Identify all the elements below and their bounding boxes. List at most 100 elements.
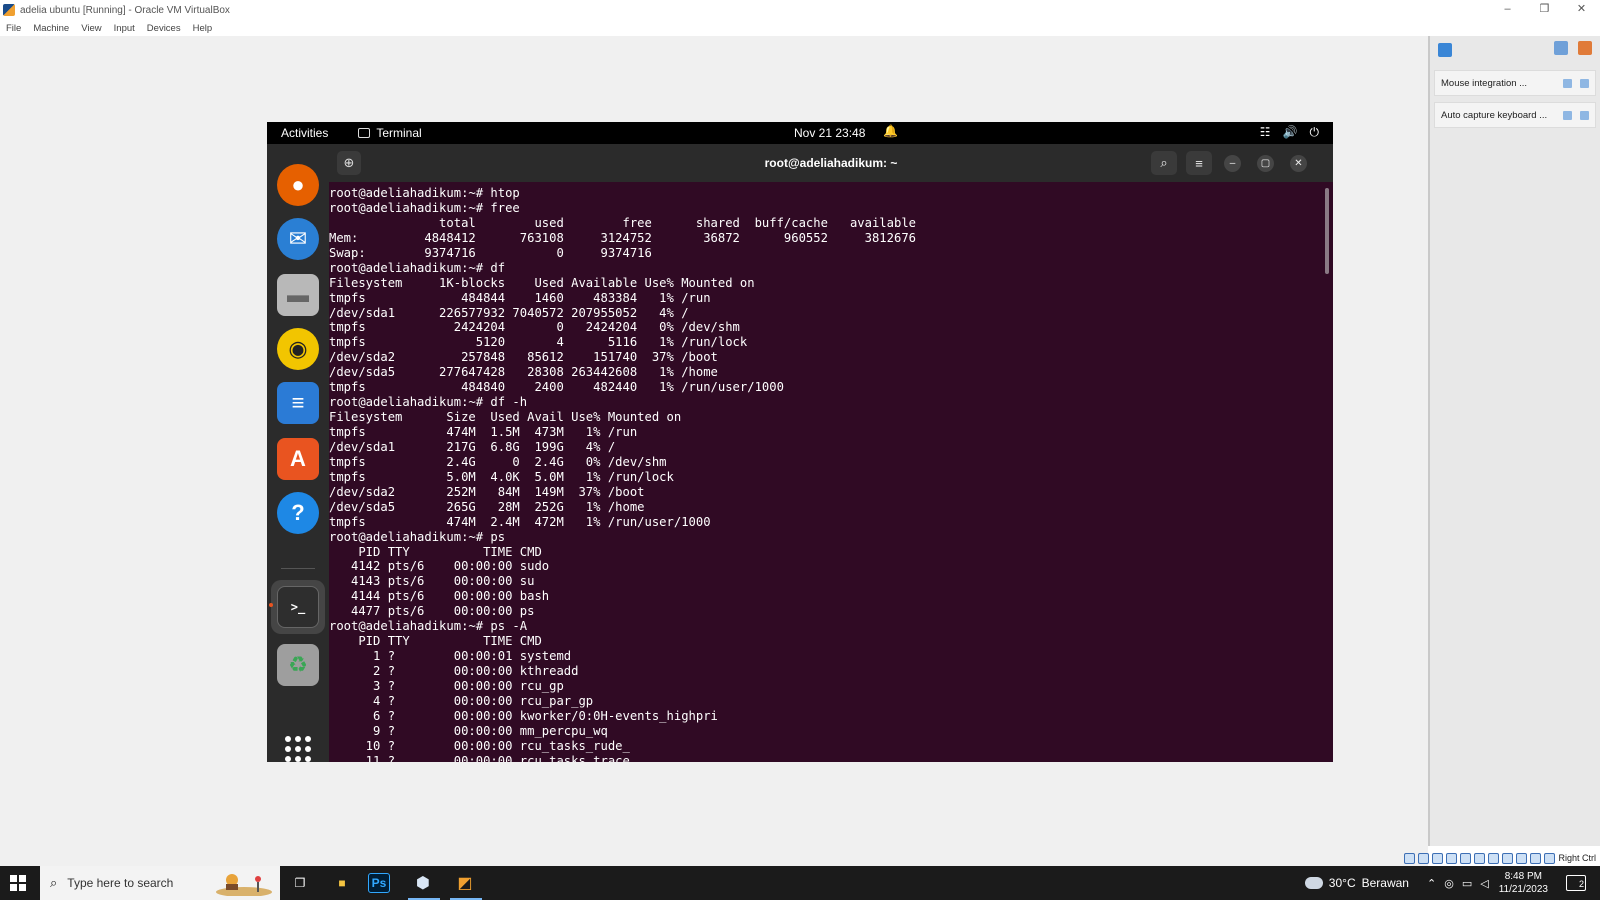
audio-icon[interactable] bbox=[1432, 852, 1444, 864]
task-view-icon[interactable]: ❐ bbox=[285, 870, 315, 896]
terminal-line: 4 ? 00:00:00 rcu_par_gp bbox=[329, 693, 594, 708]
file-explorer-icon[interactable]: ■ bbox=[327, 870, 357, 896]
terminal-line: tmpfs 474M 2.4M 472M 1% /run/user/1000 bbox=[329, 514, 711, 529]
terminal-line: tmpfs 484840 2400 482440 1% /run/user/10… bbox=[329, 380, 784, 395]
start-button[interactable] bbox=[10, 875, 26, 891]
hamburger-menu-button[interactable]: ≡ bbox=[1186, 151, 1212, 175]
thunderbird-icon[interactable]: ✉ bbox=[277, 218, 319, 260]
panel-dock-icon[interactable] bbox=[1553, 40, 1568, 55]
terminal-line: root@adeliahadikum:~# ps bbox=[329, 529, 506, 544]
files-icon[interactable]: ▬ bbox=[277, 274, 319, 316]
terminal-line: PID TTY TIME CMD bbox=[329, 634, 542, 649]
close-button[interactable]: ✕ bbox=[1290, 155, 1307, 172]
taskbar-search[interactable]: ⌕ Type here to search bbox=[40, 866, 280, 900]
shared-folder-icon[interactable] bbox=[1474, 852, 1486, 864]
terminal-line: /dev/sda1 217G 6.8G 199G 4% / bbox=[329, 439, 616, 454]
weather-temp[interactable]: 30°C bbox=[1329, 876, 1356, 890]
terminal-line: root@adeliahadikum:~# df -h bbox=[329, 395, 528, 410]
terminal-line: /dev/sda5 265G 28M 252G 1% /home bbox=[329, 499, 645, 514]
terminal-line: /dev/sda2 257848 85612 151740 37% /boot bbox=[329, 350, 718, 365]
search-highlight-illustration bbox=[216, 874, 272, 896]
keyboard-icon[interactable] bbox=[1544, 852, 1556, 864]
usb-icon[interactable] bbox=[1460, 852, 1472, 864]
notification-close-icon[interactable] bbox=[1580, 110, 1589, 120]
chevron-up-icon[interactable]: ⌃ bbox=[1427, 877, 1436, 890]
terminal-line: tmpfs 484844 1460 483384 1% /run bbox=[329, 290, 711, 305]
menu-machine[interactable]: Machine bbox=[33, 23, 69, 34]
panel-toolbar bbox=[1430, 36, 1600, 64]
notification-info-icon[interactable] bbox=[1563, 110, 1572, 120]
clock[interactable]: Nov 21 23:48 bbox=[794, 126, 865, 140]
terminal-line: Swap: 9374716 0 9374716 bbox=[329, 245, 652, 260]
rhythmbox-icon[interactable]: ◉ bbox=[277, 328, 319, 370]
menu-input[interactable]: Input bbox=[114, 23, 135, 34]
display-icon[interactable] bbox=[1488, 852, 1500, 864]
vbox-titlebar: adelia ubuntu [Running] - Oracle VM Virt… bbox=[0, 0, 1600, 20]
mouse-icon[interactable] bbox=[1530, 852, 1542, 864]
terminal-line: root@adeliahadikum:~# ps -A bbox=[329, 619, 528, 634]
writer-icon[interactable]: ≡ bbox=[277, 382, 319, 424]
firefox-icon[interactable]: ● bbox=[277, 164, 319, 206]
notification-count: 2 bbox=[1578, 879, 1584, 889]
vbox-minimize-button[interactable]: – bbox=[1489, 0, 1526, 20]
bell-icon[interactable]: 🔔 bbox=[883, 124, 898, 138]
maximize-button[interactable]: ▢ bbox=[1257, 155, 1274, 172]
cloud-weather-icon[interactable] bbox=[1304, 877, 1323, 889]
panel-dismiss-all-icon[interactable] bbox=[1578, 40, 1592, 55]
notification-info-icon[interactable] bbox=[1563, 78, 1572, 88]
meet-now-icon[interactable]: ◎ bbox=[1444, 877, 1454, 890]
terminal-line: 1 ? 00:00:01 systemd bbox=[329, 649, 572, 664]
system-menu[interactable]: ☷ 🔊 ⏻ bbox=[1260, 125, 1319, 140]
vbox-window-controls: – ❐ ✕ bbox=[1489, 0, 1600, 20]
menu-file[interactable]: File bbox=[6, 23, 21, 34]
terminal-line: tmpfs 5120 4 5116 1% /run/lock bbox=[329, 335, 748, 350]
terminal-line: 6 ? 00:00:00 kworker/0:0H-events_highpri bbox=[329, 708, 718, 723]
volume-muted-icon[interactable]: ◁ bbox=[1480, 877, 1488, 890]
activities-button[interactable]: Activities bbox=[281, 126, 328, 140]
terminal-output[interactable]: root@adeliahadikum:~# htop root@adeliahad… bbox=[329, 182, 1321, 762]
photoshop-icon[interactable]: Ps bbox=[368, 873, 390, 893]
vbox-close-button[interactable]: ✕ bbox=[1563, 0, 1600, 20]
notification-center-icon[interactable]: 2 bbox=[1566, 875, 1586, 891]
hard-disk-icon[interactable] bbox=[1404, 852, 1416, 864]
search-icon: ⌕ bbox=[50, 875, 58, 890]
cpu-icon[interactable] bbox=[1516, 852, 1528, 864]
dock-separator bbox=[281, 568, 315, 569]
terminal-line: 3 ? 00:00:00 rcu_gp bbox=[329, 678, 564, 693]
terminal-window[interactable]: ⊕ root@adeliahadikum: ~ ⌕ ≡ – ▢ ✕ root@a… bbox=[329, 144, 1333, 762]
terminal-dock-icon[interactable]: >_ bbox=[277, 586, 319, 628]
menu-devices[interactable]: Devices bbox=[147, 23, 181, 34]
trash-icon[interactable]: ♻ bbox=[277, 644, 319, 686]
weather-desc[interactable]: Berawan bbox=[1362, 876, 1409, 890]
app-center-icon[interactable]: A bbox=[277, 438, 319, 480]
terminal-scrollbar[interactable] bbox=[1325, 188, 1329, 274]
info-icon[interactable] bbox=[1438, 43, 1452, 57]
notification-auto-capture[interactable]: Auto capture keyboard ... bbox=[1434, 102, 1596, 128]
notification-mouse-integration[interactable]: Mouse integration ... bbox=[1434, 70, 1596, 96]
show-apps-icon[interactable] bbox=[285, 736, 311, 762]
network-icon[interactable]: ▭ bbox=[1462, 877, 1472, 890]
menu-help[interactable]: Help bbox=[193, 23, 213, 34]
network-icon[interactable] bbox=[1446, 852, 1458, 864]
vbox-window-title: adelia ubuntu [Running] - Oracle VM Virt… bbox=[20, 4, 230, 16]
notification-label: Auto capture keyboard ... bbox=[1441, 109, 1548, 121]
app-menu-terminal[interactable]: Terminal bbox=[358, 126, 422, 140]
gnome-top-bar: Activities Terminal Nov 21 23:48 🔔 ☷ 🔊 ⏻ bbox=[267, 122, 1333, 144]
minimize-button[interactable]: – bbox=[1224, 155, 1241, 172]
terminal-line: tmpfs 2424204 0 2424204 0% /dev/shm bbox=[329, 320, 740, 335]
search-button[interactable]: ⌕ bbox=[1151, 151, 1177, 175]
menu-view[interactable]: View bbox=[81, 23, 101, 34]
help-icon[interactable]: ? bbox=[277, 492, 319, 534]
virtualbox-taskbar-icon[interactable]: ⬢ bbox=[408, 870, 438, 896]
vbox-restore-button[interactable]: ❐ bbox=[1526, 0, 1563, 20]
vbox-menubar: File Machine View Input Devices Help bbox=[0, 20, 1600, 36]
terminal-line: Filesystem Size Used Avail Use% Mounted … bbox=[329, 410, 682, 425]
tray-clock[interactable]: 8:48 PM 11/21/2023 bbox=[1499, 870, 1548, 896]
recording-icon[interactable] bbox=[1502, 852, 1514, 864]
optical-drive-icon[interactable] bbox=[1418, 852, 1430, 864]
guest-screen[interactable]: Activities Terminal Nov 21 23:48 🔔 ☷ 🔊 ⏻… bbox=[267, 122, 1333, 762]
notification-close-icon[interactable] bbox=[1580, 78, 1589, 88]
virtualbox-vm-taskbar-icon[interactable]: ◩ bbox=[450, 870, 480, 896]
running-indicator bbox=[269, 603, 273, 607]
terminal-line: 9 ? 00:00:00 mm_percpu_wq bbox=[329, 723, 608, 738]
